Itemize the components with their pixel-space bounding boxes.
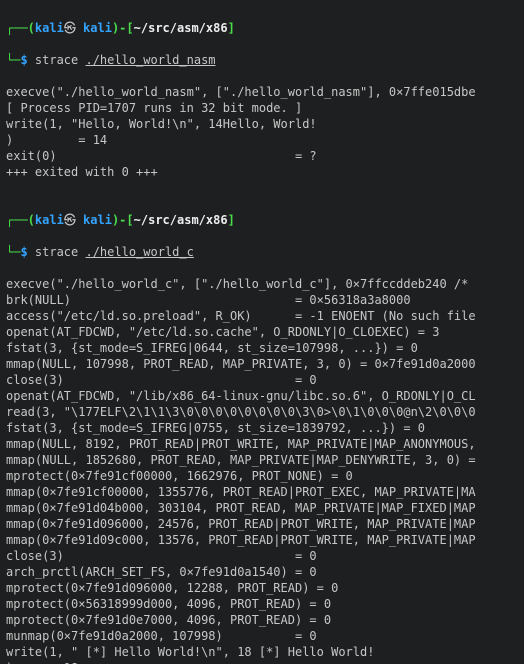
prompt-dollar: $ [20,53,34,67]
cmd-part-1: strace [35,53,86,67]
output-line: fstat(3, {st_mode=S_IFREG|0644, st_size=… [6,340,518,356]
output-line: openat(AT_FDCWD, "/lib/x86_64-linux-gnu/… [6,388,518,404]
output-line: mprotect(0×7fe91d096000, 12288, PROT_REA… [6,580,518,596]
cmd-part-2: strace [35,245,86,259]
output-line: read(3, "\177ELF\2\1\1\3\0\0\0\0\0\0\0\0… [6,404,518,420]
prompt-line-2b: └─$ strace ./hello_world_c [6,244,518,260]
output-line: munmap(0×7fe91d0a2000, 107998) = 0 [6,628,518,644]
output-line [6,180,518,196]
output-line: close(3) = 0 [6,548,518,564]
prompt-line-2: └─$ strace ./hello_world_nasm [6,52,518,68]
prompt-l2-open: └─ [6,53,20,67]
output-line: arch_prctl(ARCH_SET_FS, 0×7fe91d0a1540) … [6,564,518,580]
prompt-user: kali [35,21,64,35]
output-line: mmap(NULL, 107998, PROT_READ, MAP_PRIVAT… [6,356,518,372]
output-line: fstat(3, {st_mode=S_IFREG|0755, st_size=… [6,420,518,436]
output-line: ) = 14 [6,132,518,148]
output-line: mprotect(0×7fe91cf00000, 1662976, PROT_N… [6,468,518,484]
prompt-cwd: ~/src/asm/x86 [134,21,228,35]
prompt-host: kali [83,21,112,35]
output-line: +++ exited with 0 +++ [6,164,518,180]
strace-output-2: execve("./hello_world_c", ["./hello_worl… [6,276,518,664]
output-line: execve("./hello_world_nasm", ["./hello_w… [6,84,518,100]
terminal[interactable]: ┌──(kali㉿ kali)-[~/src/asm/x86] └─$ stra… [0,0,524,664]
output-line: mmap(0×7fe91d04b000, 303104, PROT_READ, … [6,500,518,516]
prompt-line-1b: ┌──(kali㉿ kali)-[~/src/asm/x86] [6,212,518,228]
output-line: access("/etc/ld.so.preload", R_OK) = -1 … [6,308,518,324]
output-line: write(1, "Hello, World!\n", 14Hello, Wor… [6,116,518,132]
prompt-line-1: ┌──(kali㉿ kali)-[~/src/asm/x86] [6,20,518,36]
output-line: write(1, " [*] Hello World!\n", 18 [*] H… [6,644,518,660]
output-line: exit(0) = ? [6,148,518,164]
strace-output-1: execve("./hello_world_nasm", ["./hello_w… [6,84,518,196]
output-line: openat(AT_FDCWD, "/etc/ld.so.cache", O_R… [6,324,518,340]
prompt-sep: ㉿ [64,21,83,35]
output-line: mmap(0×7fe91d096000, 24576, PROT_READ|PR… [6,516,518,532]
prompt-open: ┌──( [6,21,35,35]
output-line: mmap(0×7fe91cf00000, 1355776, PROT_READ|… [6,484,518,500]
output-line: mmap(NULL, 8192, PROT_READ|PROT_WRITE, M… [6,436,518,452]
output-line: close(3) = 0 [6,372,518,388]
output-line: ) = 18 [6,660,518,664]
output-line: mprotect(0×56318999d000, 4096, PROT_READ… [6,596,518,612]
output-line: execve("./hello_world_c", ["./hello_worl… [6,276,518,292]
prompt-mid: )-[ [112,21,134,35]
output-line: mmap(0×7fe91d09c000, 13576, PROT_READ|PR… [6,532,518,548]
output-line: [ Process PID=1707 runs in 32 bit mode. … [6,100,518,116]
output-line: mprotect(0×7fe91d0e7000, 4096, PROT_READ… [6,612,518,628]
output-line: mmap(NULL, 1852680, PROT_READ, MAP_PRIVA… [6,452,518,468]
output-line: brk(NULL) = 0×56318a3a8000 [6,292,518,308]
cmd-arg-1: ./hello_world_nasm [85,53,215,67]
prompt-close: ] [228,21,235,35]
cmd-arg-2: ./hello_world_c [85,245,193,259]
